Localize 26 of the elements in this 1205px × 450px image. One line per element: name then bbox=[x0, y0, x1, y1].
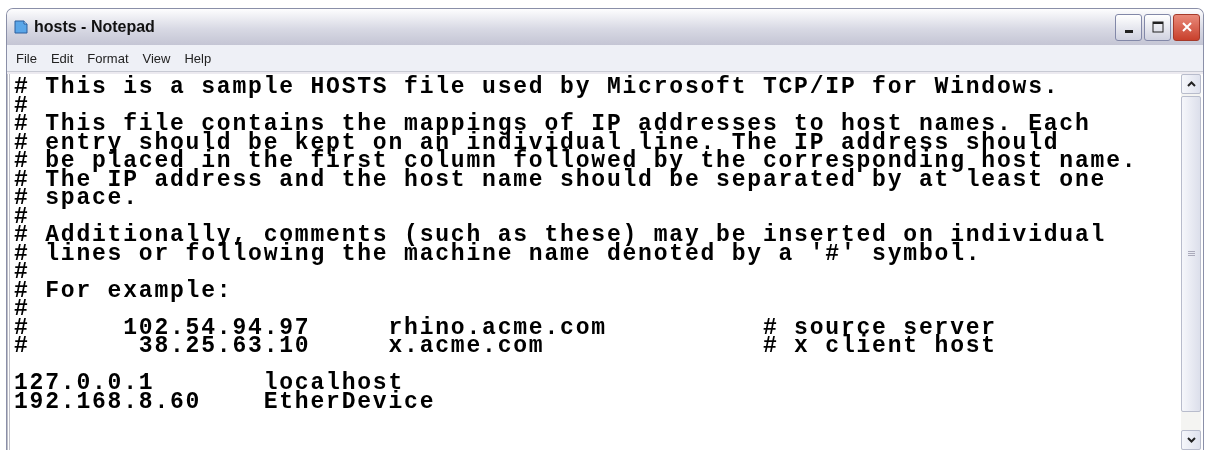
grip-icon bbox=[1187, 251, 1195, 257]
maximize-icon bbox=[1151, 21, 1164, 33]
minimize-button[interactable] bbox=[1115, 13, 1142, 41]
scroll-thumb[interactable] bbox=[1181, 96, 1201, 412]
close-icon bbox=[1180, 21, 1193, 33]
text-line: # bbox=[14, 263, 31, 282]
scroll-up-button[interactable] bbox=[1181, 74, 1201, 94]
text-line: # lines or following the machine name denoted by a '#' symbol. bbox=[14, 244, 982, 263]
text-line: # bbox=[14, 300, 31, 319]
text-line: # bbox=[14, 96, 31, 115]
text-line: 192.168.8.60 EtherDevice bbox=[14, 392, 437, 411]
menu-item[interactable]: File bbox=[11, 50, 42, 66]
text-line: # bbox=[14, 207, 31, 226]
vertical-scrollbar[interactable] bbox=[1181, 74, 1201, 450]
menu-item[interactable]: Edit bbox=[45, 50, 79, 66]
close-button[interactable] bbox=[1173, 13, 1200, 41]
menu-item[interactable]: Format bbox=[82, 50, 134, 66]
window-title: hosts - Notepad bbox=[34, 18, 155, 36]
menu-item[interactable]: Help bbox=[179, 50, 217, 66]
minimize-icon bbox=[1124, 29, 1133, 33]
text-line: # For example: bbox=[14, 281, 234, 300]
maximize-button[interactable] bbox=[1144, 13, 1171, 41]
notepad-icon bbox=[13, 19, 29, 35]
menu-item[interactable]: View bbox=[137, 50, 176, 66]
scroll-down-button[interactable] bbox=[1181, 430, 1201, 450]
text-line: # space. bbox=[14, 189, 140, 208]
